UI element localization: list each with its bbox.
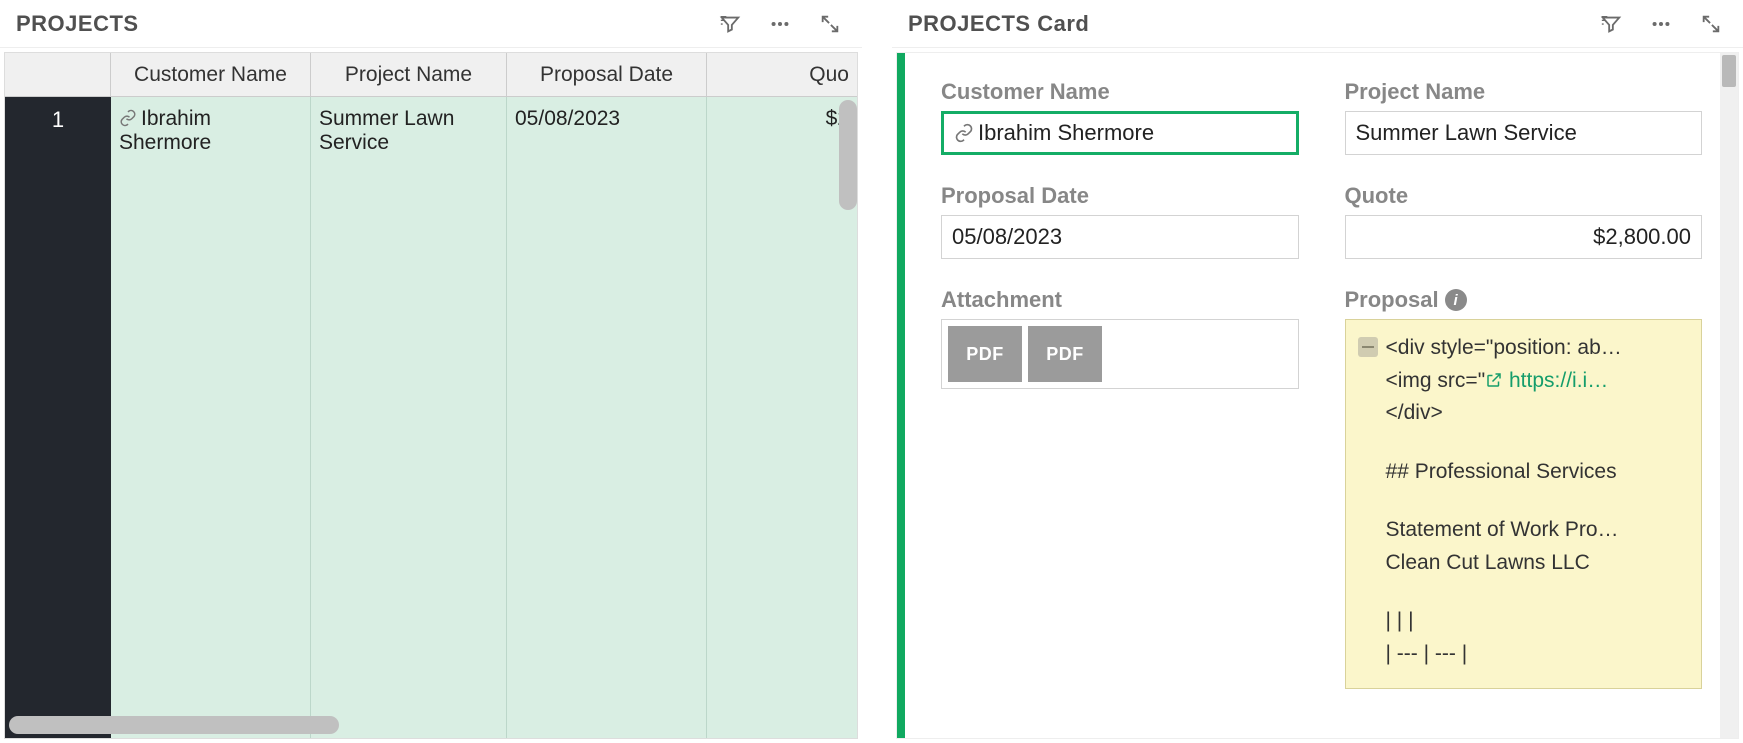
value-customer-name: Ibrahim Shermore: [978, 120, 1154, 146]
projects-card-panel: PROJECTS Card Customer Name: [892, 0, 1743, 743]
proposal-line-4: ## Professional Services: [1358, 456, 1690, 489]
more-menu-icon[interactable]: [766, 10, 794, 38]
row-number[interactable]: 1: [5, 97, 111, 165]
projects-title: PROJECTS: [16, 11, 139, 37]
collapse-icon[interactable]: [1358, 337, 1378, 357]
pdf-attachment-1[interactable]: PDF: [948, 326, 1022, 382]
field-project-name: Project Name Summer Lawn Service: [1345, 79, 1703, 155]
field-attachment: Attachment PDF PDF: [941, 287, 1299, 689]
card-vertical-scrollbar[interactable]: [1720, 53, 1738, 738]
input-project-name[interactable]: Summer Lawn Service: [1345, 111, 1703, 155]
proposal-line-3: </div>: [1358, 397, 1690, 430]
scrollbar-thumb[interactable]: [1722, 55, 1736, 87]
info-icon[interactable]: i: [1445, 289, 1467, 311]
grid-body: 1 Ibrahim Shermore Summer Lawn Service 0…: [5, 97, 857, 738]
attachment-box[interactable]: PDF PDF: [941, 319, 1299, 389]
col-customer-name[interactable]: Customer Name: [111, 53, 311, 96]
proposal-box[interactable]: <div style="position: ab… <img src=" htt…: [1345, 319, 1703, 689]
cell-proposal-date[interactable]: 05/08/2023: [507, 97, 707, 738]
label-quote: Quote: [1345, 183, 1703, 209]
card-content: Customer Name Ibrahim Shermore Project N…: [896, 52, 1739, 739]
filter-icon[interactable]: [716, 10, 744, 38]
projects-panel: PROJECTS Customer Name Project Name Prop…: [0, 0, 862, 743]
field-quote: Quote $2,800.00: [1345, 183, 1703, 259]
card-accent-bar: [897, 53, 905, 738]
value-quote: $2,800.00: [1593, 224, 1691, 250]
panel-separator: [862, 0, 892, 743]
proposal-line-2: <img src=" https://i.i…: [1358, 365, 1690, 398]
cell-project-name[interactable]: Summer Lawn Service: [311, 97, 507, 738]
col-proposal-date[interactable]: Proposal Date: [507, 53, 707, 96]
horizontal-scrollbar[interactable]: [9, 716, 339, 734]
rownum-header: [5, 53, 111, 96]
proposal-line-1: <div style="position: ab…: [1358, 332, 1690, 365]
card-header: PROJECTS Card: [892, 0, 1743, 48]
projects-header: PROJECTS: [0, 0, 862, 48]
label-proposal-date: Proposal Date: [941, 183, 1299, 209]
proposal-line-6: Clean Cut Lawns LLC: [1358, 547, 1690, 580]
input-proposal-date[interactable]: 05/08/2023: [941, 215, 1299, 259]
label-proposal-text: Proposal: [1345, 287, 1439, 313]
vertical-scrollbar[interactable]: [839, 100, 857, 210]
label-project-name: Project Name: [1345, 79, 1703, 105]
input-quote[interactable]: $2,800.00: [1345, 215, 1703, 259]
value-proposal-date: 05/08/2023: [952, 224, 1062, 250]
card-body: Customer Name Ibrahim Shermore Project N…: [905, 53, 1720, 738]
value-project-name: Summer Lawn Service: [1356, 120, 1577, 146]
table-row[interactable]: Ibrahim Shermore Summer Lawn Service 05/…: [111, 97, 857, 738]
field-proposal: Proposal i <div style="position: ab… <im…: [1345, 287, 1703, 689]
card-title: PROJECTS Card: [908, 11, 1089, 37]
proposal-line-7: | | |: [1358, 605, 1690, 638]
label-proposal: Proposal i: [1345, 287, 1703, 313]
field-proposal-date: Proposal Date 05/08/2023: [941, 183, 1299, 259]
col-quote[interactable]: Quo: [707, 53, 857, 96]
pdf-attachment-2[interactable]: PDF: [1028, 326, 1102, 382]
label-customer-name: Customer Name: [941, 79, 1299, 105]
attachment-link-icon: [119, 109, 137, 127]
card-filter-icon[interactable]: [1597, 10, 1625, 38]
link-icon: [954, 123, 974, 143]
grid-header: Customer Name Project Name Proposal Date…: [5, 53, 857, 97]
projects-header-actions: [716, 10, 854, 38]
label-attachment: Attachment: [941, 287, 1299, 313]
cell-quote[interactable]: $2: [707, 97, 857, 738]
input-customer-name[interactable]: Ibrahim Shermore: [941, 111, 1299, 155]
rownum-column: 1: [5, 97, 111, 738]
proposal-line-8: | --- | --- |: [1358, 638, 1690, 671]
card-more-menu-icon[interactable]: [1647, 10, 1675, 38]
card-header-actions: [1597, 10, 1735, 38]
cell-customer-name[interactable]: Ibrahim Shermore: [111, 97, 311, 738]
proposal-line-5: Statement of Work Pro…: [1358, 514, 1690, 547]
col-project-name[interactable]: Project Name: [311, 53, 507, 96]
external-link-icon: [1485, 371, 1503, 389]
field-customer-name: Customer Name Ibrahim Shermore: [941, 79, 1299, 155]
projects-grid: Customer Name Project Name Proposal Date…: [4, 52, 858, 739]
card-expand-icon[interactable]: [1697, 10, 1725, 38]
expand-icon[interactable]: [816, 10, 844, 38]
